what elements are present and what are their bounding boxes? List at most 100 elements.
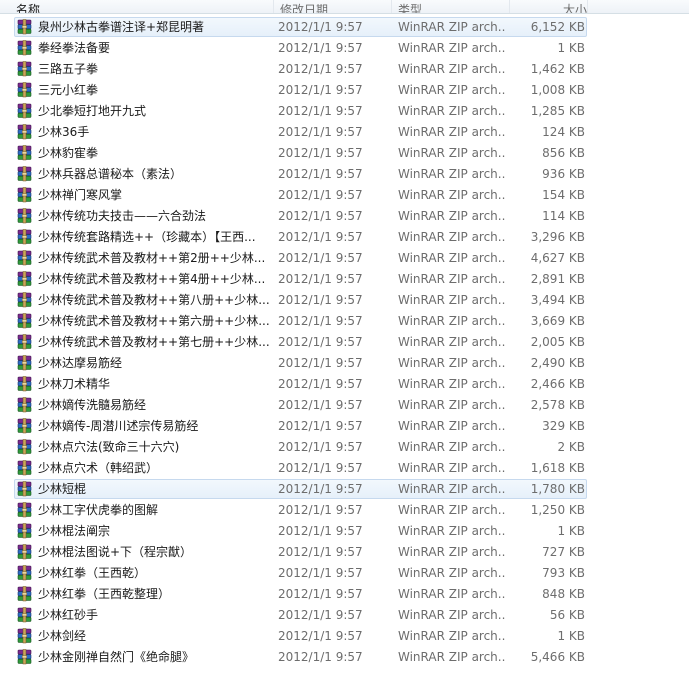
- column-header-size[interactable]: 大小: [510, 0, 588, 13]
- file-row[interactable]: 少林点穴术（韩绍武） 2012/1/1 9:57 WinRAR ZIP arch..…: [0, 458, 689, 479]
- file-row[interactable]: 少林禅门寒风掌 2012/1/1 9:57 WinRAR ZIP arch... 15…: [0, 185, 689, 206]
- file-row[interactable]: 少林兵器总谱秘本（素法） 2012/1/1 9:57 WinRAR ZIP arch…: [0, 164, 689, 185]
- file-date: 2012/1/1 9:57: [278, 314, 363, 328]
- file-type: WinRAR ZIP arch...: [398, 230, 506, 244]
- winrar-archive-icon: [17, 292, 32, 308]
- file-date: 2012/1/1 9:57: [278, 608, 363, 622]
- file-type: WinRAR ZIP arch...: [398, 167, 506, 181]
- file-size: 1,462 KB: [530, 62, 585, 76]
- column-header-type[interactable]: 类型: [392, 0, 510, 13]
- file-type: WinRAR ZIP arch...: [398, 482, 506, 496]
- file-row[interactable]: 拳经拳法备要 2012/1/1 9:57 WinRAR ZIP arch... 1 K…: [0, 38, 689, 59]
- file-type: WinRAR ZIP arch...: [398, 398, 506, 412]
- winrar-archive-icon: [17, 502, 32, 518]
- file-size: 2,578 KB: [530, 398, 585, 412]
- file-date: 2012/1/1 9:57: [278, 41, 363, 55]
- file-type: WinRAR ZIP arch...: [398, 419, 506, 433]
- file-row[interactable]: 少林短棍 2012/1/1 9:57 WinRAR ZIP arch... 1,780…: [0, 479, 689, 500]
- file-row[interactable]: 少林36手 2012/1/1 9:57 WinRAR ZIP arch... 124 …: [0, 122, 689, 143]
- file-row[interactable]: 少林传统套路精选++（珍藏本）【王西... 2012/1/1 9:57 WinRAR…: [0, 227, 689, 248]
- file-name: 少林禅门寒风掌: [38, 188, 123, 202]
- file-date: 2012/1/1 9:57: [278, 356, 363, 370]
- file-type: WinRAR ZIP arch...: [398, 524, 506, 538]
- file-name: 少北拳短打地开九式: [38, 104, 147, 118]
- file-name: 少林点穴术（韩绍武）: [38, 461, 159, 475]
- file-name: 少林传统武术普及教材++第八册++少林...: [38, 293, 270, 307]
- file-row[interactable]: 少林棍法阐宗 2012/1/1 9:57 WinRAR ZIP arch... 1 K…: [0, 521, 689, 542]
- file-row[interactable]: 少林嫡传-周潜川述宗传易筋经 2012/1/1 9:57 WinRAR ZIP ar…: [0, 416, 689, 437]
- file-row[interactable]: 少林传统武术普及教材++第2册++少林... 2012/1/1 9:57 WinRA…: [0, 248, 689, 269]
- file-date: 2012/1/1 9:57: [278, 230, 363, 244]
- winrar-archive-icon: [17, 166, 32, 182]
- file-date: 2012/1/1 9:57: [278, 335, 363, 349]
- file-name: 少林达摩易筋经: [38, 356, 123, 370]
- file-size: 1 KB: [557, 41, 585, 55]
- winrar-archive-icon: [17, 439, 32, 455]
- file-row[interactable]: 少林剑经 2012/1/1 9:57 WinRAR ZIP arch... 1 KB: [0, 626, 689, 647]
- file-name: 少林红拳（王西乾）: [38, 566, 147, 580]
- file-name: 少林棍法阐宗: [38, 524, 111, 538]
- file-type: WinRAR ZIP arch...: [398, 62, 506, 76]
- file-row[interactable]: 少林红拳（王西乾整理） 2012/1/1 9:57 WinRAR ZIP arch.…: [0, 584, 689, 605]
- file-type: WinRAR ZIP arch...: [398, 104, 506, 118]
- file-name: 少林剑经: [38, 629, 87, 643]
- file-row[interactable]: 少林工字伏虎拳的图解 2012/1/1 9:57 WinRAR ZIP arch..…: [0, 500, 689, 521]
- winrar-archive-icon: [17, 649, 32, 665]
- file-size: 114 KB: [542, 209, 585, 223]
- file-name: 少林嫡传-周潜川述宗传易筋经: [38, 419, 199, 433]
- file-date: 2012/1/1 9:57: [278, 209, 363, 223]
- file-row[interactable]: 少林刀术精华 2012/1/1 9:57 WinRAR ZIP arch... 2,4…: [0, 374, 689, 395]
- file-name: 少林工字伏虎拳的图解: [38, 503, 159, 517]
- file-row[interactable]: 三元小红拳 2012/1/1 9:57 WinRAR ZIP arch... 1,00…: [0, 80, 689, 101]
- column-header-date[interactable]: 修改日期: [274, 0, 392, 13]
- file-date: 2012/1/1 9:57: [278, 377, 363, 391]
- file-row[interactable]: 少林传统武术普及教材++第4册++少林... 2012/1/1 9:57 WinRA…: [0, 269, 689, 290]
- file-size: 4,627 KB: [530, 251, 585, 265]
- file-type: WinRAR ZIP arch...: [398, 209, 506, 223]
- file-size: 154 KB: [542, 188, 585, 202]
- file-row[interactable]: 泉州少林古拳谱注译+郑昆明著 2012/1/1 9:57 WinRAR ZIP ar…: [0, 17, 689, 38]
- file-row[interactable]: 少林红砂手 2012/1/1 9:57 WinRAR ZIP arch... 56 K…: [0, 605, 689, 626]
- file-date: 2012/1/1 9:57: [278, 566, 363, 580]
- file-date: 2012/1/1 9:57: [278, 20, 363, 34]
- file-size: 5,466 KB: [530, 650, 585, 664]
- file-size: 124 KB: [542, 125, 585, 139]
- file-row[interactable]: 少林传统武术普及教材++第六册++少林... 2012/1/1 9:57 WinRA…: [0, 311, 689, 332]
- file-row[interactable]: 少林嫡传洗髓易筋经 2012/1/1 9:57 WinRAR ZIP arch...…: [0, 395, 689, 416]
- winrar-archive-icon: [17, 460, 32, 476]
- file-row[interactable]: 少林金刚禅自然门《绝命腿》 2012/1/1 9:57 WinRAR ZIP arc…: [0, 647, 689, 668]
- file-row[interactable]: 少林豹寉拳 2012/1/1 9:57 WinRAR ZIP arch... 856 …: [0, 143, 689, 164]
- file-type: WinRAR ZIP arch...: [398, 356, 506, 370]
- file-name: 少林传统套路精选++（珍藏本）【王西...: [38, 230, 256, 244]
- winrar-archive-icon: [17, 376, 32, 392]
- file-size: 1,250 KB: [530, 503, 585, 517]
- file-date: 2012/1/1 9:57: [278, 461, 363, 475]
- winrar-archive-icon: [17, 208, 32, 224]
- file-size: 2,490 KB: [530, 356, 585, 370]
- file-name: 少林传统武术普及教材++第2册++少林...: [38, 251, 266, 265]
- file-row[interactable]: 少林达摩易筋经 2012/1/1 9:57 WinRAR ZIP arch... 2,…: [0, 353, 689, 374]
- file-type: WinRAR ZIP arch...: [398, 188, 506, 202]
- file-size: 6,152 KB: [530, 20, 585, 34]
- winrar-archive-icon: [17, 82, 32, 98]
- file-row[interactable]: 少林棍法图说+下（程宗猷） 2012/1/1 9:57 WinRAR ZIP arc…: [0, 542, 689, 563]
- file-date: 2012/1/1 9:57: [278, 482, 363, 496]
- file-size: 2,891 KB: [530, 272, 585, 286]
- file-date: 2012/1/1 9:57: [278, 524, 363, 538]
- file-row[interactable]: 少林传统武术普及教材++第八册++少林... 2012/1/1 9:57 WinRA…: [0, 290, 689, 311]
- file-name: 少林金刚禅自然门《绝命腿》: [38, 650, 195, 664]
- file-date: 2012/1/1 9:57: [278, 188, 363, 202]
- file-row[interactable]: 少林传统武术普及教材++第七册++少林... 2012/1/1 9:57 WinRA…: [0, 332, 689, 353]
- file-row[interactable]: 少北拳短打地开九式 2012/1/1 9:57 WinRAR ZIP arch...…: [0, 101, 689, 122]
- file-size: 2 KB: [557, 440, 585, 454]
- winrar-archive-icon: [17, 565, 32, 581]
- file-row[interactable]: 三路五子拳 2012/1/1 9:57 WinRAR ZIP arch... 1,46…: [0, 59, 689, 80]
- column-header-name[interactable]: 名称: [0, 0, 274, 13]
- file-row[interactable]: 少林红拳（王西乾） 2012/1/1 9:57 WinRAR ZIP arch...…: [0, 563, 689, 584]
- file-size: 793 KB: [542, 566, 585, 580]
- winrar-archive-icon: [17, 523, 32, 539]
- file-name: 少林点穴法(致命三十六穴): [38, 440, 180, 454]
- file-row[interactable]: 少林点穴法(致命三十六穴) 2012/1/1 9:57 WinRAR ZIP arc…: [0, 437, 689, 458]
- file-row[interactable]: 少林传统功夫技击——六合劲法 2012/1/1 9:57 WinRAR ZIP ar…: [0, 206, 689, 227]
- file-type: WinRAR ZIP arch...: [398, 650, 506, 664]
